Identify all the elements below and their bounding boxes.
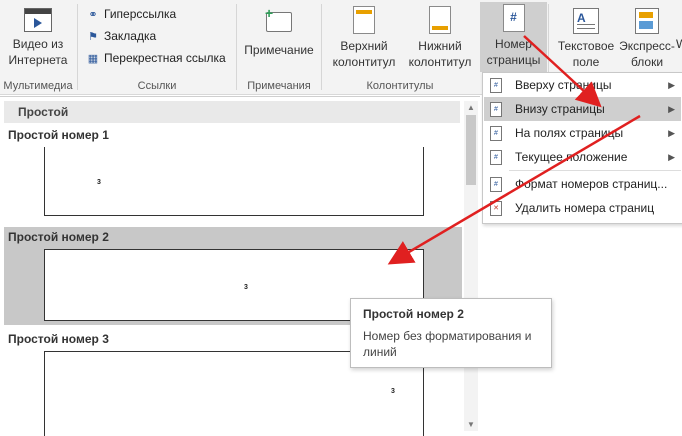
comment-icon: + (265, 5, 292, 32)
header-label-2: колонтитул (332, 55, 396, 69)
text-box-icon: A (573, 8, 599, 34)
footer-icon (429, 6, 451, 34)
scroll-down-icon[interactable]: ▼ (466, 420, 476, 429)
page-number-gallery: Простой Простой номер 1 3 Простой номер … (0, 96, 480, 436)
page-number-menu: # Вверху страницы ▶ # Внизу страницы ▶ #… (482, 72, 682, 224)
page-number-label-2: страницы (486, 53, 541, 67)
chevron-right-icon: ▶ (668, 80, 675, 90)
page-number-icon: # (502, 4, 525, 32)
menu-item-bottom-of-page[interactable]: # Внизу страницы ▶ (484, 97, 681, 121)
group-comments: + Примечание Примечания (237, 0, 321, 94)
footer-label-2: колонтитул (408, 55, 472, 69)
remove-page-numbers-icon: ✕ (490, 201, 502, 216)
menu-item-page-margins[interactable]: # На полях страницы ▶ (484, 121, 681, 145)
page-number-button[interactable]: # Номер страницы (480, 2, 547, 72)
menu-item-label: На полях страницы (515, 126, 624, 140)
more-button[interactable]: W (676, 4, 682, 52)
chevron-right-icon: ▶ (668, 104, 675, 114)
gallery-tooltip: Простой номер 2 Номер без форматирования… (350, 298, 552, 368)
more-label: W (676, 37, 682, 51)
menu-divider (509, 170, 681, 171)
chevron-right-icon: ▶ (668, 128, 675, 138)
film-icon (24, 8, 52, 32)
menu-item-label: Внизу страницы (515, 102, 605, 116)
page-icon: # (490, 126, 502, 141)
menu-item-current-position[interactable]: # Текущее положение ▶ (484, 145, 681, 169)
bookmark-button[interactable]: ⚑ Закладка (86, 26, 156, 46)
online-video-label-2: Интернета (8, 53, 68, 67)
page-icon: # (490, 102, 502, 117)
page-preview: 3 (44, 147, 424, 216)
header-label-1: Верхний (340, 39, 388, 53)
quick-parts-label-2: блоки (630, 55, 664, 69)
menu-item-label: Текущее положение (515, 150, 628, 164)
scroll-up-icon[interactable]: ▲ (466, 103, 476, 112)
quick-parts-icon (635, 8, 659, 34)
cross-reference-button[interactable]: ▦ Перекрестная ссылка (86, 48, 226, 68)
page-number-label-1: Номер (495, 37, 532, 51)
quick-parts-button[interactable]: Экспресс- блоки (619, 4, 675, 70)
gallery-header: Простой (4, 101, 460, 123)
hyperlink-button[interactable]: ⚭ Гиперссылка (86, 4, 176, 24)
new-comment-button[interactable]: + Примечание (241, 4, 317, 58)
tooltip-title: Простой номер 2 (363, 307, 464, 321)
quick-parts-label-1: Экспресс- (619, 39, 675, 53)
bookmark-flag-icon: ⚑ (88, 31, 98, 43)
menu-item-label: Удалить номера страниц (515, 201, 655, 215)
group-media: Видео из Интернета Мультимедиа (0, 0, 76, 94)
cross-reference-label: Перекрестная ссылка (104, 51, 226, 65)
group-header-footer-label: Колонтитулы (366, 80, 434, 92)
page-icon: # (490, 78, 502, 93)
group-links-label: Ссылки (137, 80, 177, 92)
format-page-numbers-icon: # (490, 177, 502, 192)
gallery-scrollbar[interactable]: ▲ ▼ (464, 101, 478, 431)
tooltip-description: Номер без форматирования и линий (363, 329, 532, 359)
menu-item-top-of-page[interactable]: # Вверху страницы ▶ (484, 73, 681, 97)
bookmark-label: Закладка (104, 29, 157, 43)
menu-item-label: Вверху страницы (515, 78, 612, 92)
header-button[interactable]: Верхний колонтитул (326, 4, 402, 70)
chevron-right-icon: ▶ (668, 152, 675, 162)
page-number-preview: 3 (244, 284, 248, 291)
group-comments-label: Примечания (247, 80, 311, 92)
online-video-button[interactable]: Видео из Интернета (4, 4, 72, 68)
footer-label-1: Нижний (418, 39, 462, 53)
globe-link-icon: ⚭ (88, 9, 98, 21)
menu-item-format-page-numbers[interactable]: # Формат номеров страниц... (484, 172, 681, 196)
header-icon (353, 6, 375, 34)
online-video-label-1: Видео из (12, 37, 64, 51)
gallery-item-title: Простой номер 2 (8, 230, 109, 244)
page-number-preview: 3 (97, 179, 101, 186)
cross-reference-icon: ▦ (87, 53, 99, 65)
new-comment-label: Примечание (244, 43, 314, 57)
text-box-label-2: поле (572, 55, 600, 69)
text-box-label-1: Текстовое (557, 39, 615, 53)
hyperlink-label: Гиперссылка (104, 7, 177, 21)
page-icon: # (490, 150, 502, 165)
group-media-label: Мультимедиа (3, 80, 73, 92)
text-box-button[interactable]: A Текстовое поле (553, 4, 619, 70)
scroll-thumb[interactable] (466, 115, 476, 185)
gallery-item-simple-1[interactable]: Простой номер 1 3 (4, 125, 462, 225)
menu-item-remove-page-numbers[interactable]: ✕ Удалить номера страниц (484, 196, 681, 220)
page-number-preview: 3 (391, 388, 395, 395)
menu-item-label: Формат номеров страниц... (515, 177, 668, 191)
footer-button[interactable]: Нижний колонтитул (402, 4, 478, 70)
gallery-item-title: Простой номер 1 (8, 128, 109, 142)
